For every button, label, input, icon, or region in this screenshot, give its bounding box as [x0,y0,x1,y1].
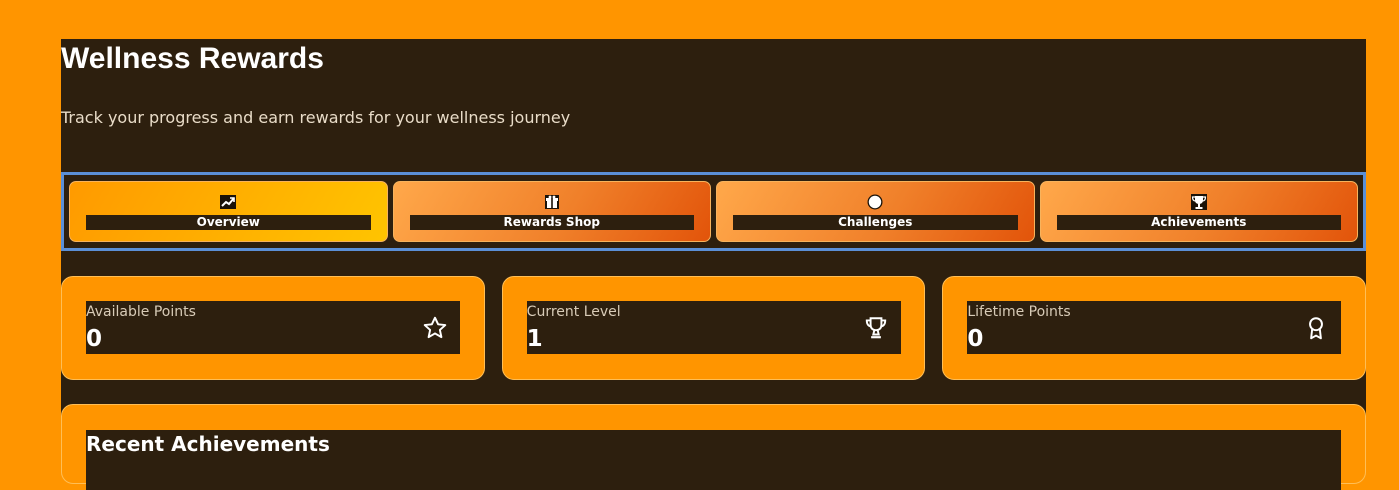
stat-value: 0 [967,326,984,352]
stat-value: 0 [86,326,103,352]
tab-label: Rewards Shop [409,215,694,230]
page-subtitle: Track your progress and earn rewards for… [61,108,571,127]
target-icon [867,194,883,210]
stat-card-current-level: Current Level 1 [501,276,926,380]
stat-label: Available Points [86,304,196,320]
star-icon [422,315,448,341]
recent-achievements-content: Recent Achievements [86,430,1341,490]
trophy-icon [863,315,889,341]
tab-rewards-shop[interactable]: Rewards Shop [392,181,711,242]
recent-achievements-card: Recent Achievements [61,404,1366,490]
stat-label: Lifetime Points [967,304,1071,320]
page-title: Wellness Rewards [61,42,324,75]
tab-label: Achievements [1056,215,1341,230]
stat-card-lifetime-points: Lifetime Points 0 [942,276,1367,380]
stat-card-available-points: Available Points 0 [61,276,485,380]
recent-achievements-title: Recent Achievements [86,432,330,456]
gift-icon [544,194,560,210]
stat-label: Current Level [526,304,621,320]
tab-label: Challenges [733,215,1018,230]
trophy-icon [1190,194,1207,210]
tab-bar: Overview Rewards Shop Challenges Achieve… [61,172,1366,251]
award-icon [1303,315,1329,341]
stat-content: Lifetime Points 0 [967,301,1342,354]
stat-value: 1 [526,326,543,352]
stat-content: Available Points 0 [86,301,460,354]
stats-row: Available Points 0 Current Level 1 Lifet… [61,276,1367,380]
tab-challenges[interactable]: Challenges [716,181,1035,242]
wellness-rewards-page: Wellness Rewards Track your progress and… [61,39,1367,490]
tab-label: Overview [86,215,371,230]
tab-achievements[interactable]: Achievements [1039,181,1358,242]
stat-content: Current Level 1 [526,301,901,354]
tab-overview[interactable]: Overview [69,181,388,242]
trending-up-icon [220,194,237,210]
